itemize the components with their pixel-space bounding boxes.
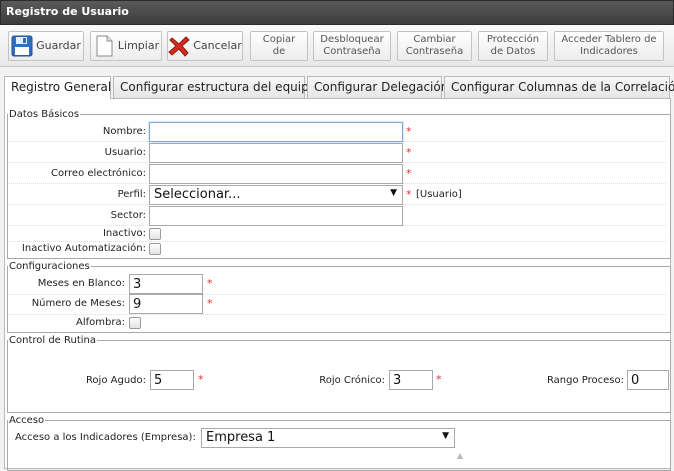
divider <box>9 241 666 242</box>
required-mark: * <box>207 297 213 310</box>
scroll-up-arrow-icon[interactable]: ▲ <box>457 451 463 460</box>
required-mark: * <box>406 125 412 138</box>
cancel-button[interactable]: Cancelar <box>167 31 243 61</box>
dash-label-line1: Acceder Tablero de <box>561 34 657 45</box>
required-mark: * <box>406 167 412 180</box>
perfil-selected-value: Seleccionar... <box>154 187 241 202</box>
blank-document-icon <box>93 35 115 57</box>
change-label-line2: Contraseña <box>405 46 464 57</box>
required-mark: * <box>406 188 412 201</box>
nombre-input[interactable] <box>149 122 403 142</box>
meses-blanco-label: Meses en Blanco: <box>37 278 125 289</box>
red-x-icon <box>168 35 190 57</box>
rango-proceso-label: Rango Proceso: <box>546 375 624 386</box>
clear-label: Limpiar <box>117 39 160 52</box>
data-protection-button[interactable]: Protección de Datos <box>478 31 548 61</box>
num-meses-label: Número de Meses: <box>31 298 125 309</box>
rutina-fieldset: Control de Rutina <box>7 335 671 413</box>
dashboard-access-button[interactable]: Acceder Tablero de Indicadores <box>554 31 664 61</box>
toolbar: Guardar Limpiar Cancelar Copiar de Desbl… <box>0 25 674 67</box>
usuario-input[interactable] <box>149 143 403 163</box>
change-label-line1: Cambiar <box>413 34 456 45</box>
num-meses-input[interactable] <box>129 294 203 314</box>
tab-registro-general[interactable]: Registro General <box>4 76 111 99</box>
usuario-label: Usuario: <box>104 147 146 158</box>
alfombra-checkbox[interactable] <box>129 317 141 329</box>
copy-from-button[interactable]: Copiar de <box>250 31 308 61</box>
clear-button[interactable]: Limpiar <box>90 31 162 61</box>
window-title: Registro de Usuario <box>6 5 129 18</box>
tab-configurar-columnas[interactable]: Configurar Columnas de la Correlación <box>444 76 674 98</box>
dropdown-arrow-icon: ▼ <box>390 188 397 198</box>
indicadores-selected-value: Empresa 1 <box>206 430 276 445</box>
unlock-password-button[interactable]: Desbloquear Contraseña <box>313 31 391 61</box>
correo-label: Correo electrónico: <box>51 168 146 179</box>
sector-input[interactable] <box>149 206 403 226</box>
nombre-label: Nombre: <box>102 126 146 137</box>
save-button[interactable]: Guardar <box>8 31 84 61</box>
floppy-disk-icon <box>11 35 33 57</box>
perfil-select[interactable]: Seleccionar... ▼ <box>149 185 403 205</box>
acceso-legend: Acceso <box>9 415 45 426</box>
tab-configurar-estructura[interactable]: Configurar estructura del equipo <box>113 76 316 98</box>
rojo-cronico-label: Rojo Crónico: <box>319 375 385 386</box>
protect-label-line2: de Datos <box>490 46 536 57</box>
window-titlebar: Registro de Usuario <box>0 0 674 25</box>
indicadores-label: Acceso a los Indicadores (Empresa): <box>15 432 196 443</box>
registro-general-panel: Datos Básicos Nombre: * Usuario: * Corre… <box>4 98 671 471</box>
divider <box>9 314 666 315</box>
config-legend: Configuraciones <box>9 261 90 272</box>
meses-blanco-input[interactable] <box>129 274 203 294</box>
rango-proceso-input[interactable] <box>627 370 669 390</box>
inactivo-label: Inactivo: <box>102 228 146 239</box>
protect-label-line1: Protección <box>486 34 540 45</box>
inactivo-auto-label: Inactivo Automatización: <box>21 243 146 254</box>
required-mark: * <box>198 373 204 386</box>
divider <box>9 294 666 295</box>
correo-input[interactable] <box>149 164 403 184</box>
tab-configurar-delegacion[interactable]: Configurar Delegación <box>307 76 448 98</box>
perfil-label: Perfil: <box>117 189 146 200</box>
required-mark: * <box>406 146 412 159</box>
sector-label: Sector: <box>110 210 146 221</box>
save-label: Guardar <box>36 39 81 52</box>
copy-label-line2: de <box>272 46 286 57</box>
dropdown-arrow-icon: ▼ <box>442 431 449 441</box>
copy-label-line1: Copiar <box>262 34 296 45</box>
basic-data-legend: Datos Básicos <box>9 109 80 120</box>
perfil-note: [Usuario] <box>416 189 462 200</box>
alfombra-label: Alfombra: <box>76 317 125 328</box>
required-mark: * <box>436 373 442 386</box>
rojo-cronico-input[interactable] <box>389 370 433 390</box>
indicadores-select[interactable]: Empresa 1 ▼ <box>201 428 455 448</box>
rojo-agudo-label: Rojo Agudo: <box>85 375 146 386</box>
required-mark: * <box>207 277 213 290</box>
unlock-label-line1: Desbloquear <box>320 34 384 45</box>
rutina-legend: Control de Rutina <box>9 335 97 346</box>
change-password-button[interactable]: Cambiar Contraseña <box>397 31 472 61</box>
cancel-label: Cancelar <box>193 39 242 52</box>
rojo-agudo-input[interactable] <box>150 370 194 390</box>
dash-label-line2: Indicadores <box>580 46 638 57</box>
unlock-label-line2: Contraseña <box>323 46 381 57</box>
inactivo-auto-checkbox[interactable] <box>149 243 161 255</box>
inactivo-checkbox[interactable] <box>149 228 161 240</box>
